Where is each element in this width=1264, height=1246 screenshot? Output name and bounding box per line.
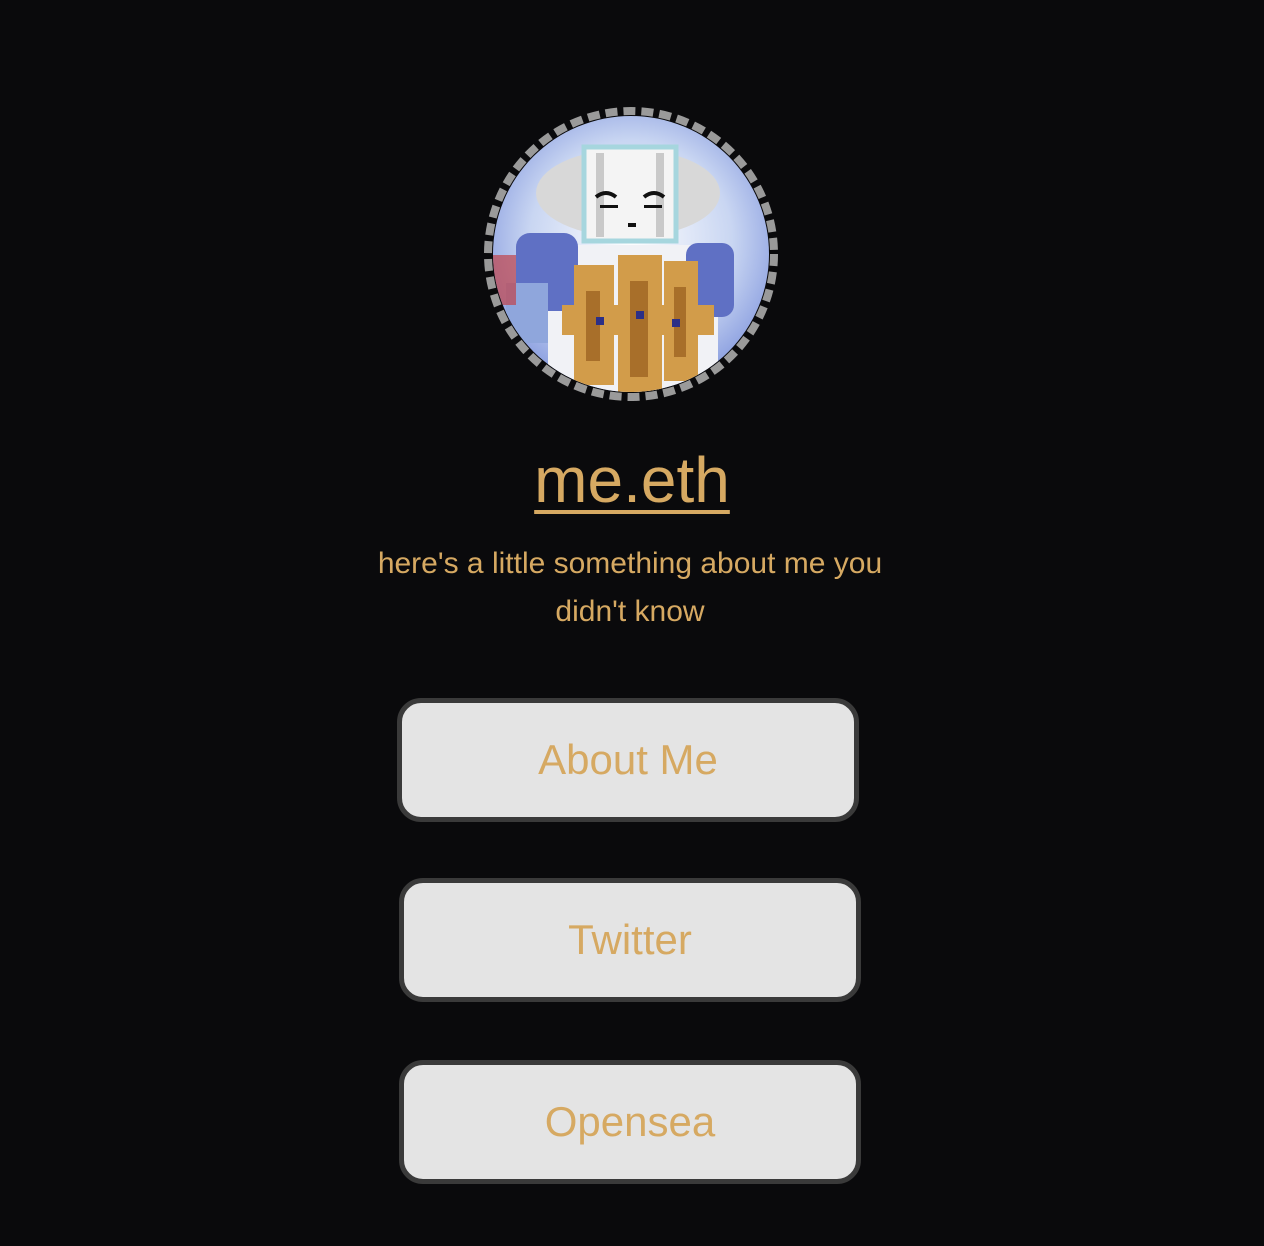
profile-page: me.eth here's a little something about m… [0, 0, 1264, 1246]
twitter-button-label: Twitter [568, 916, 692, 963]
opensea-button-label: Opensea [544, 1098, 716, 1145]
profile-bio: here's a little something about me you d… [377, 547, 883, 628]
about-me-button-label: About Me [538, 736, 718, 783]
opensea-button[interactable]: Opensea [399, 1060, 861, 1184]
about-me-button[interactable]: About Me [397, 698, 859, 822]
profile-name-link[interactable]: me.eth [0, 440, 1264, 520]
twitter-button[interactable]: Twitter [399, 878, 861, 1002]
avatar-image [484, 107, 778, 401]
avatar [478, 105, 784, 403]
